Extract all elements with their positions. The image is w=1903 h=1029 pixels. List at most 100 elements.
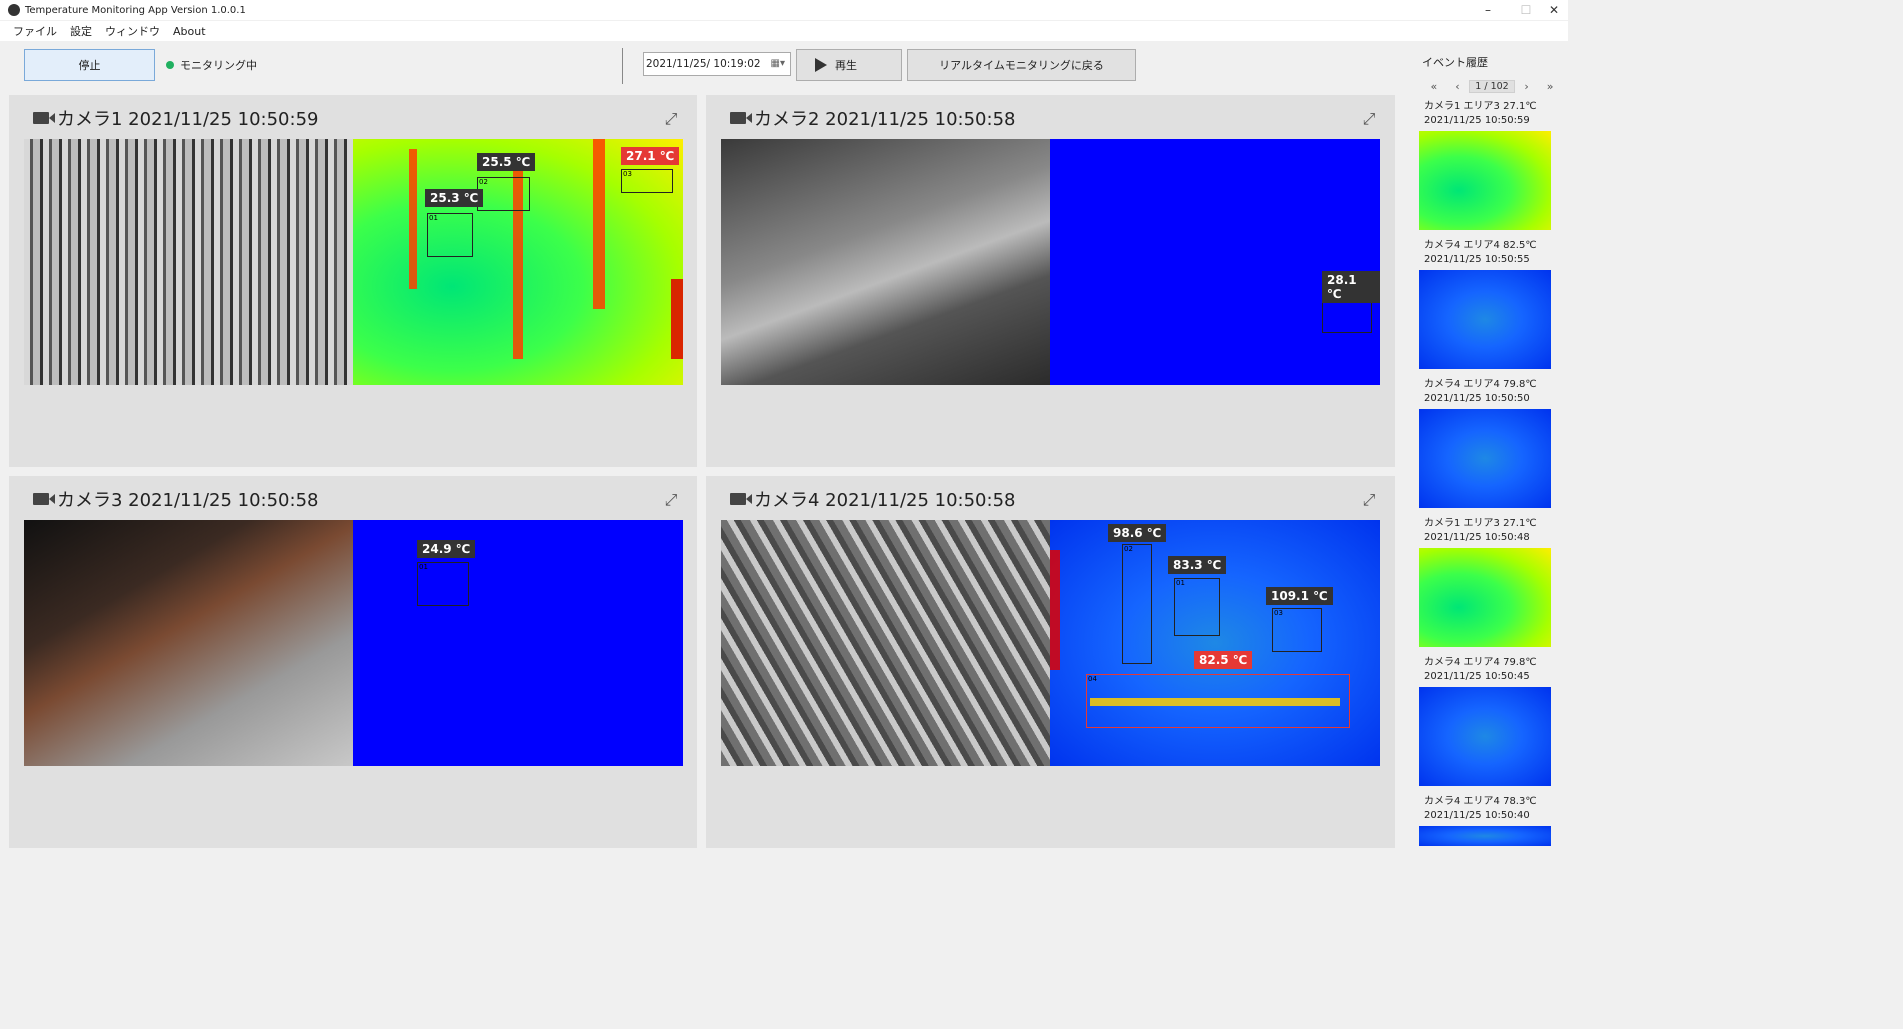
monitoring-status: モニタリング中 <box>166 57 257 73</box>
camera-header: カメラ4 2021/11/25 10:50:58 <box>730 486 1015 512</box>
camera-title: カメラ3 2021/11/25 10:50:58 <box>57 490 319 511</box>
camera-header: カメラ3 2021/11/25 10:50:58 <box>33 486 318 512</box>
camera-panel-1: カメラ1 2021/11/25 10:50:59 ⤢ 02 25.5 ℃ 03 … <box>9 95 697 467</box>
play-icon <box>815 58 827 72</box>
event-summary: カメラ4 エリア4 79.8℃ <box>1424 379 1537 390</box>
camera-feed[interactable]: 02 98.6 ℃ 01 83.3 ℃ 03 109.1 ℃ 04 82.5 ℃ <box>721 520 1380 766</box>
roi-box: 02 <box>477 177 530 211</box>
menu-settings[interactable]: 設定 <box>70 23 92 39</box>
event-thumbnail <box>1419 270 1551 369</box>
temperature-label-alert: 82.5 ℃ <box>1194 651 1253 669</box>
app-icon <box>8 4 20 16</box>
visible-image <box>24 139 353 385</box>
minimize-button[interactable]: – <box>1470 0 1506 20</box>
event-time: 2021/11/25 10:50:48 <box>1424 532 1530 543</box>
temperature-label: 98.6 ℃ <box>1108 524 1167 542</box>
status-text: モニタリング中 <box>180 59 257 72</box>
camera-panel-3: カメラ3 2021/11/25 10:50:58 ⤢ 01 24.9 ℃ <box>9 476 697 848</box>
temperature-label: 83.3 ℃ <box>1168 556 1227 574</box>
event-history-sidebar: イベント履歴 « ‹ 1 / 102 › » カメラ1 エリア3 27.1℃ 2… <box>1405 42 1568 848</box>
maximize-button[interactable]: ☐ <box>1508 0 1544 20</box>
play-label: 再生 <box>835 59 857 72</box>
hot-area <box>1050 550 1060 670</box>
roi-box: 01 <box>427 213 473 257</box>
event-item[interactable]: カメラ1 エリア3 27.1℃ 2021/11/25 10:50:48 <box>1419 517 1559 647</box>
menu-window[interactable]: ウィンドウ <box>105 23 160 39</box>
temperature-label: 25.3 ℃ <box>425 189 484 207</box>
toolbar-divider <box>622 48 623 84</box>
event-item[interactable]: カメラ4 エリア4 79.8℃ 2021/11/25 10:50:50 <box>1419 378 1559 508</box>
roi-box: 01 <box>417 562 469 606</box>
event-time: 2021/11/25 10:50:59 <box>1424 115 1530 126</box>
menu-about[interactable]: About <box>173 25 206 38</box>
event-time: 2021/11/25 10:50:55 <box>1424 254 1530 265</box>
expand-icon[interactable]: ⤢ <box>1359 490 1379 510</box>
page-indicator: 1 / 102 <box>1469 79 1515 93</box>
realtime-monitoring-button[interactable]: リアルタイムモニタリングに戻る <box>907 49 1136 81</box>
event-history-title: イベント履歴 <box>1422 56 1488 69</box>
play-button[interactable]: 再生 <box>796 49 902 81</box>
event-time: 2021/11/25 10:50:40 <box>1424 810 1530 821</box>
camera-title: カメラ4 2021/11/25 10:50:58 <box>754 490 1016 511</box>
camera-panel-4: カメラ4 2021/11/25 10:50:58 ⤢ 02 98.6 ℃ 01 … <box>706 476 1395 848</box>
menu-file[interactable]: ファイル <box>13 23 57 39</box>
event-thumbnail <box>1419 687 1551 786</box>
event-time: 2021/11/25 10:50:45 <box>1424 671 1530 682</box>
event-summary: カメラ1 エリア3 27.1℃ <box>1424 518 1537 529</box>
calendar-dropdown-icon[interactable]: ▦▾ <box>771 58 785 69</box>
video-camera-icon <box>730 493 752 505</box>
event-pager: « ‹ 1 / 102 › » <box>1422 78 1562 94</box>
thermal-image: 02 25.5 ℃ 03 27.1 ℃ 01 25.3 ℃ <box>353 139 683 385</box>
video-camera-icon <box>33 493 55 505</box>
roi-box: 01 <box>1174 578 1220 636</box>
expand-icon[interactable]: ⤢ <box>661 109 681 129</box>
camera-feed[interactable]: 01 24.9 ℃ <box>24 520 683 766</box>
stop-button[interactable]: 停止 <box>24 49 155 81</box>
next-page-icon[interactable]: › <box>1515 80 1539 93</box>
event-summary: カメラ4 エリア4 82.5℃ <box>1424 240 1537 251</box>
camera-header: カメラ1 2021/11/25 10:50:59 <box>33 105 318 131</box>
prev-page-icon[interactable]: ‹ <box>1446 80 1470 93</box>
camera-title: カメラ2 2021/11/25 10:50:58 <box>754 109 1016 130</box>
camera-feed[interactable]: 01 28.1 ℃ <box>721 139 1380 385</box>
first-page-icon[interactable]: « <box>1422 80 1446 93</box>
event-summary: カメラ4 エリア4 78.3℃ <box>1424 796 1537 807</box>
hot-area <box>671 279 683 359</box>
temperature-label: 24.9 ℃ <box>417 540 476 558</box>
roi-box: 03 <box>1272 608 1322 652</box>
title-bar: Temperature Monitoring App Version 1.0.0… <box>0 0 1568 20</box>
event-thumbnail <box>1419 409 1551 508</box>
expand-icon[interactable]: ⤢ <box>661 490 681 510</box>
event-summary: カメラ4 エリア4 79.8℃ <box>1424 657 1537 668</box>
event-time: 2021/11/25 10:50:50 <box>1424 393 1530 404</box>
visible-image <box>721 139 1050 385</box>
event-thumbnail <box>1419 826 1551 846</box>
window-title: Temperature Monitoring App Version 1.0.0… <box>25 4 246 16</box>
event-item[interactable]: カメラ4 エリア4 79.8℃ 2021/11/25 10:50:45 <box>1419 656 1559 786</box>
camera-title: カメラ1 2021/11/25 10:50:59 <box>57 109 319 130</box>
camera-header: カメラ2 2021/11/25 10:50:58 <box>730 105 1015 131</box>
video-camera-icon <box>730 112 752 124</box>
thermal-image: 01 28.1 ℃ <box>1050 139 1380 385</box>
video-camera-icon <box>33 112 55 124</box>
event-summary: カメラ1 エリア3 27.1℃ <box>1424 101 1537 112</box>
expand-icon[interactable]: ⤢ <box>1359 109 1379 129</box>
event-item[interactable]: カメラ1 エリア3 27.1℃ 2021/11/25 10:50:59 <box>1419 100 1559 230</box>
temperature-label: 25.5 ℃ <box>477 153 536 171</box>
camera-feed[interactable]: 02 25.5 ℃ 03 27.1 ℃ 01 25.3 ℃ <box>24 139 683 385</box>
thermal-image: 02 98.6 ℃ 01 83.3 ℃ 03 109.1 ℃ 04 82.5 ℃ <box>1050 520 1380 766</box>
hot-area <box>409 149 417 289</box>
event-thumbnail <box>1419 548 1551 647</box>
roi-box: 03 <box>621 169 673 193</box>
toolbar: 停止 モニタリング中 2021/11/25/ 10:19:02 ▦▾ 再生 リア… <box>0 42 1405 92</box>
event-item[interactable]: カメラ4 エリア4 82.5℃ 2021/11/25 10:50:55 <box>1419 239 1559 369</box>
datetime-value: 2021/11/25/ 10:19:02 <box>646 58 761 70</box>
menu-bar: ファイル 設定 ウィンドウ About <box>0 21 1568 41</box>
visible-image <box>721 520 1050 766</box>
datetime-picker[interactable]: 2021/11/25/ 10:19:02 ▦▾ <box>643 52 791 76</box>
status-dot-icon <box>166 61 174 69</box>
close-button[interactable]: ✕ <box>1540 0 1568 20</box>
event-item[interactable]: カメラ4 エリア4 78.3℃ 2021/11/25 10:50:40 <box>1419 795 1559 846</box>
last-page-icon[interactable]: » <box>1538 80 1562 93</box>
thermal-image: 01 24.9 ℃ <box>353 520 683 766</box>
